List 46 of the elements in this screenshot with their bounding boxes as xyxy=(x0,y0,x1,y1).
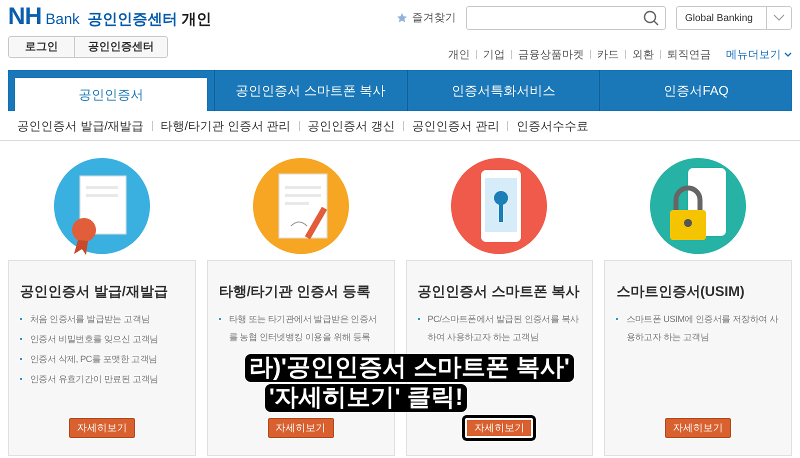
search-field[interactable] xyxy=(466,6,666,30)
card-description: 처음 인증서를 발급받는 고객님 xyxy=(30,313,150,326)
card-description: 인증서 삭제, PC를 포맷한 고객님 xyxy=(30,353,158,366)
card-title: 타행/타기관 인증서 등록 xyxy=(218,282,372,301)
card-title: 공인인증서 발급/재발급 xyxy=(20,282,169,301)
submenu-link[interactable]: 타행/타기관 인증서 관리 xyxy=(160,116,291,134)
annotation-caption: 라)'공인인증서 스마트폰 복사' xyxy=(245,354,574,382)
site-section: 개인 xyxy=(182,8,212,32)
details-button[interactable]: 자세히보기 xyxy=(268,418,334,438)
card-description: 인증서 비밀번호를 잊으신 고객님 xyxy=(30,333,158,346)
card-description: 인증서 유효기간이 만료된 고객님 xyxy=(30,373,158,386)
card-description: 타행 또는 타기관에서 발급받은 인증서를 농협 인터넷뱅킹 이용을 위해 등록 xyxy=(228,313,378,344)
chevron-down-icon xyxy=(773,14,785,22)
card-description: PC/스마트폰에서 발급된 인증서를 복사하여 사용하고자 하는 고객님 xyxy=(428,313,580,344)
certificate-center-button[interactable]: 공인인증센터 xyxy=(74,37,167,57)
nav-link[interactable]: 금융상품마켓 xyxy=(518,46,584,63)
card-title: 스마트인증서(USIM) xyxy=(616,282,746,301)
nav-link[interactable]: 퇴직연금 xyxy=(667,46,711,63)
nav-link[interactable]: 개인 xyxy=(448,46,470,63)
submenu-link[interactable]: 공인인증서 관리 xyxy=(412,116,500,134)
annotation-caption: '자세히보기' 클릭! xyxy=(265,384,468,412)
nav-link[interactable]: 카드 xyxy=(597,46,619,63)
submenu-link[interactable]: 공인인증서 발급/재발급 xyxy=(17,116,144,134)
language-dropdown[interactable]: Global Banking xyxy=(676,6,792,30)
tab[interactable]: 인증서특화서비스 xyxy=(406,70,600,111)
details-button[interactable]: 자세히보기 xyxy=(68,418,135,438)
card-description: 스마트폰 USIM에 인증서를 저장하여 사용하고자 하는 고객님 xyxy=(626,313,780,344)
favorites-link[interactable]: 즐겨찾기 xyxy=(396,10,456,26)
submenu-link[interactable]: 공인인증서 갱신 xyxy=(308,116,396,134)
details-button[interactable]: 자세히보기 xyxy=(665,418,732,438)
logo-text: Bank xyxy=(45,10,80,30)
tab[interactable]: 공인인증서 스마트폰 복사 xyxy=(214,70,406,111)
star-icon xyxy=(396,12,408,24)
nav-link[interactable]: 외환 xyxy=(632,46,654,63)
site-title: 공인인증센터 xyxy=(88,10,178,30)
nav-link[interactable]: 기업 xyxy=(483,46,505,63)
submenu-link[interactable]: 인증서수수료 xyxy=(516,116,588,134)
tab[interactable]: 공인인증서 xyxy=(15,78,207,111)
more-menu-link[interactable]: 메뉴더보기 xyxy=(726,46,792,63)
search-icon[interactable] xyxy=(643,10,659,26)
details-button[interactable]: 자세히보기 xyxy=(465,418,534,438)
nh-logo: NH xyxy=(8,4,42,29)
tab[interactable]: 인증서FAQ xyxy=(599,70,792,111)
card-title: 공인인증서 스마트폰 복사 xyxy=(418,282,580,301)
chevron-down-icon xyxy=(784,52,792,58)
login-button[interactable]: 로그인 xyxy=(9,37,74,57)
